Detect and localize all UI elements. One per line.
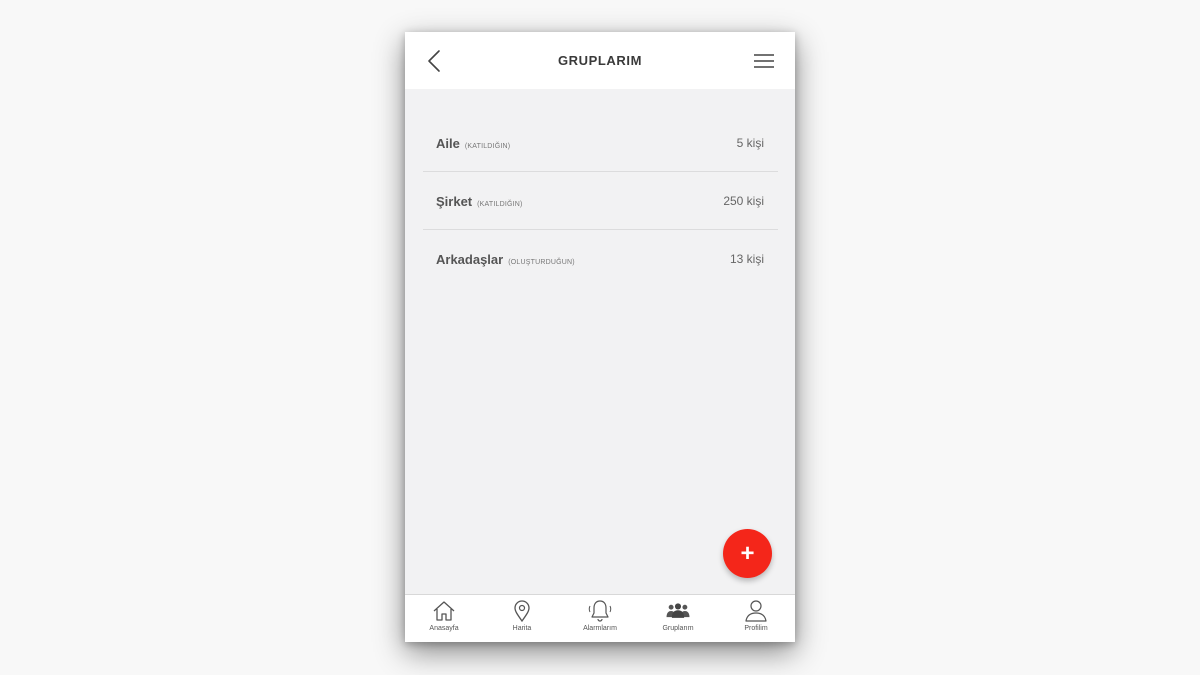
tab-harita[interactable]: Harita [483,595,561,642]
add-group-button[interactable]: + [723,529,772,578]
menu-button[interactable] [749,46,779,76]
group-name-text: Şirket [436,194,473,209]
screen: GRUPLARIM Aile (KATILDIĞIN) 5 kişi Şirket… [0,0,1200,675]
tab-label: Alarmlarım [583,625,617,632]
app-header: GRUPLARIM [405,32,795,89]
map-pin-icon [514,600,530,623]
group-member-count: 250 kişi [723,194,764,208]
user-icon [745,600,767,622]
tab-anasayfa[interactable]: Anasayfa [405,595,483,642]
group-name-text: Aile [436,136,460,151]
groups-icon [666,603,690,618]
group-role: (KATILDIĞIN) [477,201,523,208]
group-list: Aile (KATILDIĞIN) 5 kişi Şirket (KATILDIĞI… [423,114,778,287]
group-row-sirket[interactable]: Şirket (KATILDIĞIN) 250 kişi [423,172,778,230]
tab-label: Anasayfa [429,625,459,632]
group-name-text: Arkadaşlar [436,252,504,267]
hamburger-menu-icon [754,54,774,68]
bell-icon [588,600,612,622]
tab-alarmlarim[interactable]: Alarmlarım [561,595,639,642]
tab-label: Harita [512,625,532,632]
group-member-count: 13 kişi [729,252,764,266]
tab-profilim[interactable]: Profilim [717,595,795,642]
group-role: (OLUŞTURDUĞUN) [508,259,575,266]
home-icon [433,601,455,621]
group-row-aile[interactable]: Aile (KATILDIĞIN) 5 kişi [423,114,778,172]
page-title: GRUPLARIM [557,53,643,68]
tab-label: Gruplarım [662,625,694,632]
tab-label: Profilim [744,625,768,632]
phone-frame: GRUPLARIM Aile (KATILDIĞIN) 5 kişi Şirket… [405,32,795,642]
tab-gruplarim[interactable]: Gruplarım [639,595,717,642]
group-member-count: 5 kişi [736,136,764,150]
group-name: Aile (KATILDIĞIN) [436,136,510,151]
group-row-arkadaslar[interactable]: Arkadaşlar (OLUŞTURDUĞUN) 13 kişi [423,230,778,287]
bottom-tab-bar: Anasayfa Harita Alarmlarım Gruplarım Pro… [405,594,795,642]
group-name: Şirket (KATILDIĞIN) [436,194,523,209]
group-role: (KATILDIĞIN) [464,143,511,150]
group-name: Arkadaşlar (OLUŞTURDUĞUN) [436,252,575,267]
